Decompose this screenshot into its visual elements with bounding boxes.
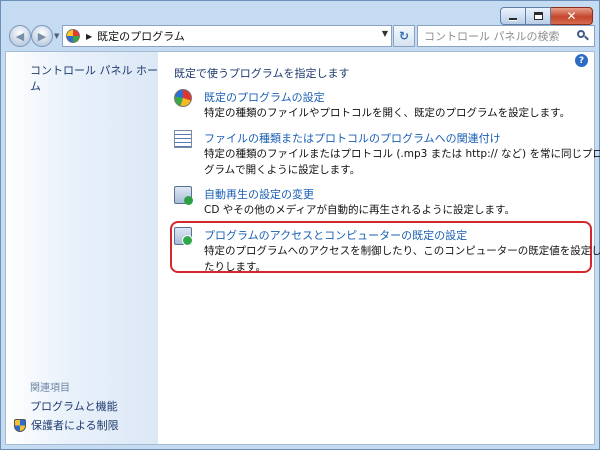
minimize-icon <box>509 17 517 21</box>
maximize-button[interactable] <box>526 7 551 25</box>
main-panel: ? 既定で使うプログラムを指定します 既定のプログラムの設定 特定の種類のファイ… <box>158 52 600 444</box>
arrow-left-icon: ◀ <box>15 29 25 43</box>
control-panel-icon <box>66 29 80 43</box>
help-icon[interactable]: ? <box>575 54 588 67</box>
task-description: CD やその他のメディアが自動的に再生されるように設定します。 <box>204 204 515 216</box>
recent-pages-dropdown-icon[interactable]: ▼ <box>54 32 59 40</box>
navigation-bar: ◀ ▶ ▼ ▶ 既定のプログラム ▼ ↻ コントロール パネルの検索 <box>7 24 595 50</box>
sidebar-link-label: 保護者による制限 <box>31 419 119 432</box>
shield-icon <box>14 418 26 432</box>
task-description: 特定の種類のファイルやプロトコルを開く、既定のプログラムを設定します。 <box>204 107 571 119</box>
default-programs-icon <box>174 89 192 107</box>
sidebar-related-heading: 関連項目 <box>30 383 70 394</box>
task-description: 特定の種類のファイルまたはプロトコル (.mp3 または http:// など)… <box>204 148 600 176</box>
search-input[interactable]: コントロール パネルの検索 <box>424 28 575 44</box>
file-association-icon <box>174 130 192 148</box>
address-dropdown-icon[interactable]: ▼ <box>382 29 388 38</box>
page-title: 既定で使うプログラムを指定します <box>174 67 350 80</box>
forward-button[interactable]: ▶ <box>31 25 53 47</box>
maximize-icon <box>533 12 543 20</box>
breadcrumb-current[interactable]: 既定のプログラム <box>97 28 185 44</box>
task-link-set-default-programs[interactable]: 既定のプログラムの設定 <box>204 89 325 105</box>
address-bar[interactable]: ▶ 既定のプログラム ▼ <box>62 25 392 47</box>
task-description: 特定のプログラムへのアクセスを制御したり、このコンピューターの既定値を設定したり… <box>204 245 600 273</box>
sidebar-link-parental-controls[interactable]: 保護者による制限 <box>14 417 119 433</box>
refresh-icon: ↻ <box>398 29 410 43</box>
arrow-right-icon: ▶ <box>37 29 47 43</box>
close-icon: ✕ <box>566 9 577 23</box>
content-area: コントロール パネル ホーム 関連項目 プログラムと機能 保護者による制限 ? … <box>5 51 600 445</box>
refresh-button[interactable]: ↻ <box>393 25 415 47</box>
breadcrumb-arrow-icon[interactable]: ▶ <box>86 32 92 41</box>
autoplay-icon <box>174 186 193 205</box>
sidebar-link-control-panel-home[interactable]: コントロール パネル ホーム <box>30 62 158 94</box>
control-panel-window: ✕ ◀ ▶ ▼ ▶ 既定のプログラム ▼ ↻ コントロール パネルの検索 コント… <box>0 0 600 450</box>
sidebar-link-programs-and-features[interactable]: プログラムと機能 <box>30 398 118 414</box>
task-link-autoplay-settings[interactable]: 自動再生の設定の変更 <box>204 186 314 202</box>
back-button[interactable]: ◀ <box>9 25 31 47</box>
search-box[interactable]: コントロール パネルの検索 <box>417 25 595 47</box>
minimize-button[interactable] <box>500 7 526 25</box>
search-icon[interactable] <box>575 28 591 44</box>
program-access-icon <box>174 227 193 246</box>
sidebar: コントロール パネル ホーム 関連項目 プログラムと機能 保護者による制限 <box>6 52 158 444</box>
task-link-program-access[interactable]: プログラムのアクセスとコンピューターの既定の設定 <box>204 227 467 243</box>
close-button[interactable]: ✕ <box>551 7 593 25</box>
caption-buttons: ✕ <box>500 7 593 25</box>
task-link-file-associations[interactable]: ファイルの種類またはプロトコルのプログラムへの関連付け <box>204 130 501 146</box>
